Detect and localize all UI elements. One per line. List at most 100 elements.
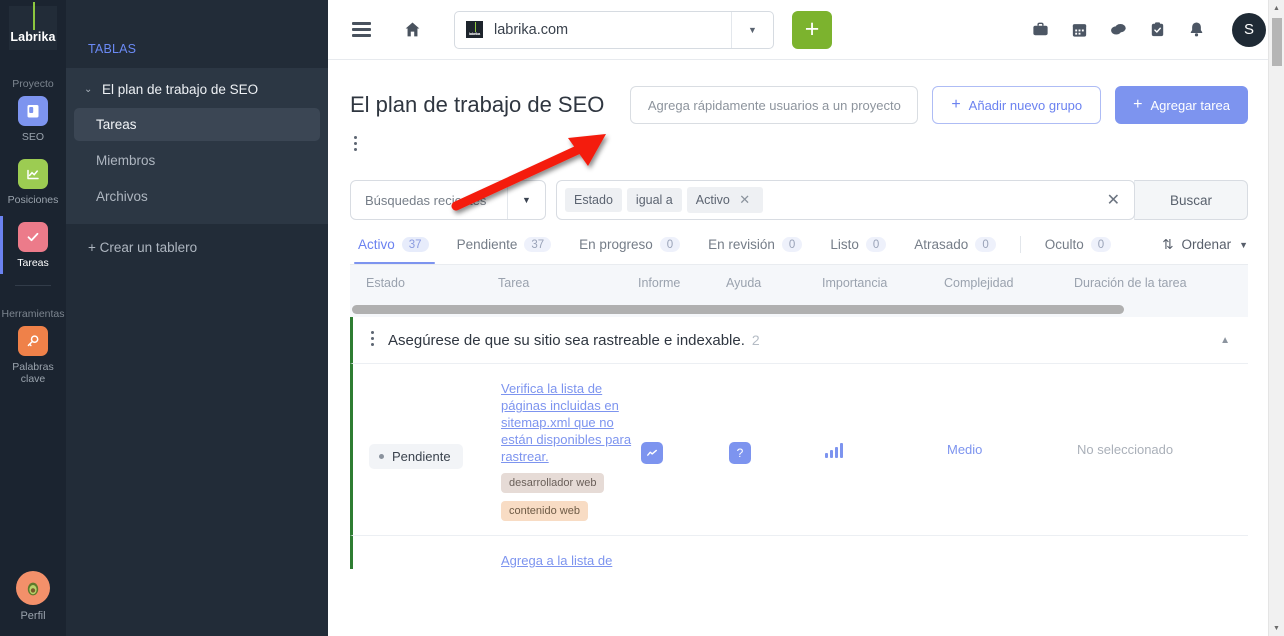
sidebar-item-tareas[interactable]: Tareas [74,108,320,141]
page-scrollbar-thumb[interactable] [1272,18,1282,66]
plus-icon: + [951,96,961,113]
table-row[interactable]: Pendiente Verifica la lista de páginas i… [350,364,1248,536]
table-header-row: Estado Tarea Informe Ayuda Importancia C… [350,265,1248,301]
rail-item-palabras-clave-label: Palabras clave [12,361,54,385]
main-content: labrika labrika.com ▼ + S El plan de tra… [328,0,1284,636]
scroll-up-icon[interactable]: ▲ [1269,0,1284,16]
page-title: El plan de trabajo de SEO [350,92,605,117]
status-tabs: Activo 37 Pendiente 37 En progreso 0 En … [328,220,1284,265]
tab-oculto-label: Oculto [1044,237,1084,252]
table-row[interactable]: Agrega a la lista de [350,536,1248,569]
sidebar-item-archivos[interactable]: Archivos [74,180,320,213]
status-badge[interactable]: Pendiente [369,444,463,469]
page-scrollbar[interactable]: ▲ ▼ [1268,0,1284,636]
url-dropdown-caret-icon[interactable]: ▼ [731,11,773,48]
tab-oculto-count: 0 [1090,237,1112,252]
chart-icon [18,159,48,189]
tab-atrasado[interactable]: Atrasado 0 [900,237,1009,263]
rail-item-perfil[interactable]: Perfil [0,571,66,622]
tab-activo[interactable]: Activo 37 [350,237,443,264]
filter-value-text: Activo [695,193,730,207]
calendar-icon[interactable] [1070,20,1089,39]
bell-icon[interactable] [1187,20,1206,39]
site-favicon: labrika [466,21,483,38]
filter-value-chip[interactable]: Activo ✕ [686,187,764,213]
avocado-avatar-icon [16,571,50,605]
page-options-row [328,124,1284,151]
home-icon[interactable] [392,13,432,47]
column-header-ayuda: Ayuda [726,276,762,290]
tab-atrasado-count: 0 [975,237,996,252]
briefcase-icon[interactable] [1031,20,1050,39]
rail-item-seo[interactable]: SEO [0,96,66,143]
user-avatar[interactable]: S [1232,12,1266,47]
column-header-tarea: Tarea [498,276,530,290]
tag-contenido-web[interactable]: contenido web [501,501,588,521]
scroll-down-icon[interactable]: ▼ [1269,620,1284,636]
more-options-icon[interactable] [354,136,1284,151]
add-users-input[interactable]: Agrega rápidamente usuarios a un proyect… [630,86,919,124]
clear-filters-icon[interactable]: ✕ [1107,190,1120,210]
chevron-down-icon: ⌄ [84,84,93,95]
tab-oculto[interactable]: Oculto 0 [1031,237,1125,263]
trend-icon[interactable] [641,442,663,464]
cell-ayuda: ? [729,380,825,521]
horizontal-scrollbar[interactable] [350,301,1248,317]
task-link[interactable]: Verifica la lista de páginas incluidas e… [501,380,641,465]
menu-icon[interactable] [344,13,378,47]
search-button[interactable]: Buscar [1134,180,1248,220]
task-link[interactable]: Agrega a la lista de [501,552,641,569]
create-board-button[interactable]: + Crear un tablero [66,224,328,255]
tab-en-progreso[interactable]: En progreso 0 [565,237,694,263]
top-icon-group: S [1031,12,1284,47]
tab-en-revision-count: 0 [781,237,803,252]
recent-searches-select[interactable]: Búsquedas recientes ▼ [350,180,546,220]
status-dot-icon [379,454,384,459]
filter-field-chip[interactable]: Estado [565,188,622,212]
bars-icon[interactable] [825,442,843,458]
tab-pendiente[interactable]: Pendiente 37 [443,237,566,263]
url-text: labrika.com [494,21,569,38]
chevron-down-icon: ▼ [1239,239,1248,250]
logo-text: Labrika [10,30,56,44]
board-sidebar: TABLAS ⌄ El plan de trabajo de SEO Tarea… [66,0,328,636]
recent-searches-label: Búsquedas recientes [365,192,487,208]
group-options-icon[interactable] [371,331,374,349]
sidebar-item-tareas-label: Tareas [96,117,137,132]
chevron-up-icon[interactable]: ▲ [1220,335,1230,346]
tab-listo[interactable]: Listo 0 [816,237,900,263]
add-project-button[interactable]: + [792,10,832,49]
tab-pendiente-label: Pendiente [456,237,518,252]
column-header-importancia: Importancia [822,276,888,290]
rail-item-posiciones-label: Posiciones [7,194,59,206]
add-group-button[interactable]: + Añadir nuevo grupo [932,86,1102,124]
help-icon[interactable]: ? [729,442,751,464]
rail-item-palabras-clave[interactable]: Palabras clave [0,326,66,385]
filter-input[interactable]: Estado igual a Activo ✕ ✕ [556,180,1135,220]
key-icon [18,326,48,356]
task-group-header[interactable]: Asegúrese de que su sitio sea rastreable… [350,317,1248,364]
plus-icon: + [1133,96,1143,113]
icon-rail: Labrika Proyecto SEO Posiciones Tareas H… [0,0,66,636]
board-header[interactable]: ⌄ El plan de trabajo de SEO [66,74,328,105]
rail-item-posiciones[interactable]: Posiciones [0,159,66,206]
column-header-informe: Informe [638,276,681,290]
sort-button[interactable]: ⇅ Ordenar ▼ [1162,237,1248,264]
url-bar[interactable]: labrika labrika.com ▼ [454,10,774,49]
cell-complejidad[interactable]: Medio [947,380,1077,521]
tab-en-revision[interactable]: En revisión 0 [694,237,816,263]
filter-operator-chip[interactable]: igual a [626,188,682,212]
clipboard-check-icon[interactable] [1148,20,1167,39]
rail-item-tareas[interactable]: Tareas [0,216,66,274]
sidebar-item-miembros[interactable]: Miembros [74,144,320,177]
remove-filter-icon[interactable]: ✕ [735,192,754,207]
cell-duracion[interactable]: No seleccionado [1077,380,1248,521]
cell-estado[interactable]: Pendiente [369,380,501,521]
cell-informe [641,380,729,521]
logo: Labrika [0,0,66,56]
tag-desarrollador-web[interactable]: desarrollador web [501,473,605,493]
chat-icon[interactable] [1109,20,1128,39]
horizontal-scrollbar-thumb[interactable] [352,304,1125,314]
chevron-down-icon[interactable]: ▼ [507,181,545,219]
add-task-button[interactable]: + Agregar tarea [1115,86,1248,124]
